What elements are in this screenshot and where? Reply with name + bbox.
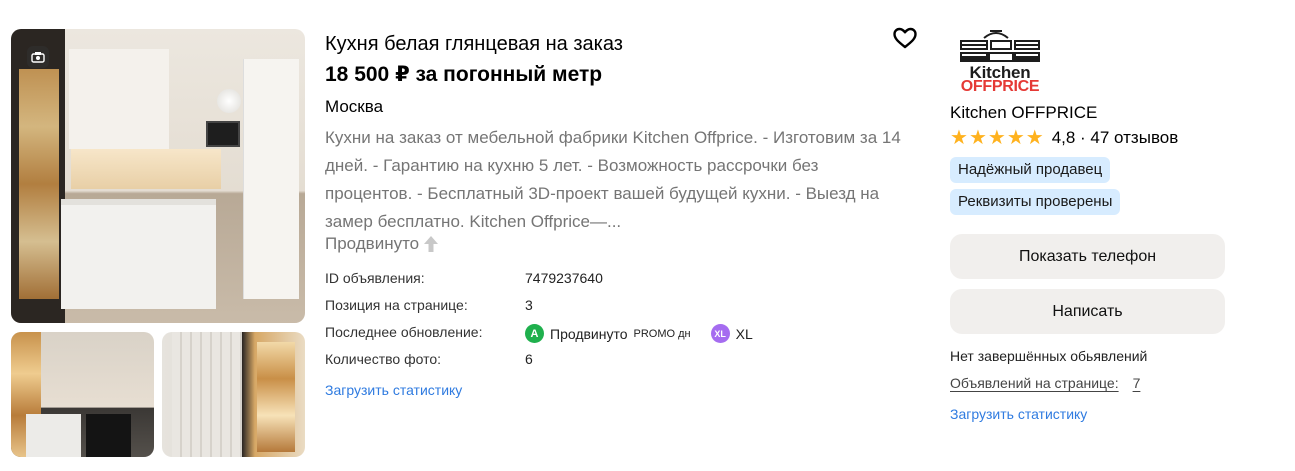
seller-load-stats-link[interactable]: Загрузить статистику	[950, 406, 1087, 422]
star-icon: ★	[968, 127, 987, 149]
microwave	[206, 121, 240, 147]
backsplash	[71, 149, 221, 189]
heart-outline-icon[interactable]	[892, 26, 918, 50]
id-label: ID объявления:	[325, 270, 425, 286]
photo-gallery	[11, 29, 305, 457]
promoted-status: Продвинуто	[325, 234, 439, 254]
reliable-seller-badge: Надёжный продавец	[950, 157, 1111, 183]
oven	[86, 414, 131, 457]
promo-a-badge: A	[525, 324, 544, 343]
lit-shelves	[257, 342, 295, 452]
no-completed-ads: Нет завершённых обьявлений	[950, 348, 1148, 364]
ads-on-page-value[interactable]: 7	[1133, 375, 1141, 391]
thumbnail-photo-1[interactable]	[11, 332, 154, 457]
listing-title[interactable]: Кухня белая глянцевая на заказ	[325, 33, 623, 56]
thumbnail-photo-2[interactable]	[162, 332, 305, 457]
kitchen-logo-icon	[960, 30, 1040, 62]
island-front	[26, 414, 81, 457]
photos-value: 6	[525, 351, 533, 367]
promo-label: Продвинуто	[550, 325, 628, 342]
show-phone-button[interactable]: Показать телефон	[950, 234, 1225, 279]
kitchen-island	[61, 199, 216, 309]
rating-text: 4,8 · 47 отзывов	[1051, 128, 1179, 147]
star-icon: ★	[1006, 127, 1025, 149]
write-message-button[interactable]: Написать	[950, 289, 1225, 334]
upper-cabinets	[69, 49, 169, 149]
arrow-up-icon	[424, 236, 439, 252]
seller-name[interactable]: Kitchen OFFPRICE	[950, 103, 1097, 123]
listing-city: Москва	[325, 97, 384, 116]
seller-logo[interactable]: Kitchen OFFPRICE	[950, 30, 1050, 98]
promoted-label: Продвинуто	[325, 234, 420, 253]
seller-rating[interactable]: ★ ★ ★ ★ ★ 4,8 · 47 отзывов	[950, 128, 1178, 148]
photos-label: Количество фото:	[325, 351, 441, 367]
xl-badge: XL	[710, 324, 730, 343]
promo-tag: PROMO дн	[633, 327, 691, 340]
verified-requisites-badge: Реквизиты проверены	[950, 189, 1121, 215]
star-icon: ★	[950, 127, 968, 149]
tall-cabinet	[243, 59, 299, 299]
star-icon: ★	[987, 127, 1006, 149]
rating-stars: ★ ★ ★ ★ ★	[950, 128, 1044, 148]
updated-label: Последнее обновление:	[325, 324, 483, 340]
fluted-panel	[172, 332, 242, 457]
lit-shelves	[19, 69, 59, 299]
logo-word-offprice: OFFPRICE	[960, 78, 1040, 95]
pendant-lamp	[217, 89, 241, 113]
listing-description: Кухни на заказ от мебельной фабрики Kitc…	[325, 128, 901, 231]
xl-label: XL	[735, 325, 753, 342]
id-value: 7479237640	[525, 270, 603, 286]
listing-price: 18 500 ₽ за погонный метр	[325, 63, 603, 86]
main-photo[interactable]	[11, 29, 305, 323]
ads-on-page-label[interactable]: Объявлений на странице:	[950, 375, 1119, 391]
position-value: 3	[525, 297, 533, 313]
star-icon: ★	[1025, 127, 1044, 149]
position-label: Позиция на странице:	[325, 297, 468, 313]
updated-value: A Продвинуто PROMO дн XL XL	[525, 324, 753, 343]
load-stats-link[interactable]: Загрузить статистику	[325, 382, 462, 398]
ads-on-page[interactable]: Объявлений на странице: 7	[950, 375, 1140, 391]
camera-icon	[27, 46, 49, 68]
